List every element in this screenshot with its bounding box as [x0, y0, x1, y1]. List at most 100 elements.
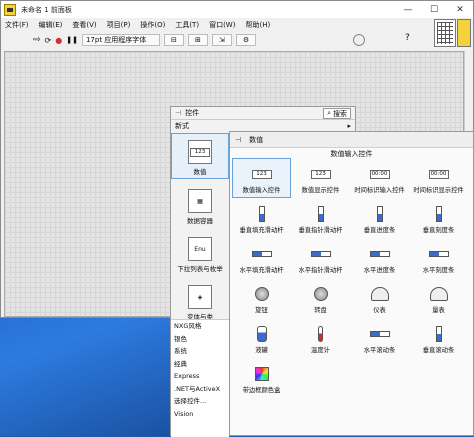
horizontal-graduated-bar-icon	[428, 246, 450, 262]
palette-item[interactable]: 水平滚动条	[350, 318, 409, 358]
category-ring-enum[interactable]: Enu 下拉列表与枚举	[171, 229, 229, 275]
palette-item-label: 时间标识输入控件	[354, 187, 405, 194]
vi-icon[interactable]	[434, 19, 456, 47]
palette-item-label: 带边框颜色盒	[242, 387, 281, 394]
category-numeric[interactable]: 123 数值	[171, 133, 229, 179]
palette-item[interactable]: 垂直滚动条	[409, 318, 468, 358]
palette-silver[interactable]: 银色	[174, 333, 229, 346]
category-label: 下拉列表与枚举	[177, 265, 223, 273]
palette-item[interactable]: 水平指针滑动杆	[291, 238, 350, 278]
palette-item[interactable]: 液罐	[232, 318, 291, 358]
palette-item[interactable]: 旋钮	[232, 278, 291, 318]
palette-item-label: 数值输入控件	[242, 187, 281, 194]
palette-system[interactable]: 系统	[174, 345, 229, 358]
palette-search-button[interactable]: ⌕ 搜索	[323, 108, 351, 119]
resize-objects-button[interactable]: ⇲	[211, 34, 232, 46]
pin-icon[interactable]: ⊣	[235, 136, 241, 144]
palette-item[interactable]: 水平进度条	[350, 238, 409, 278]
menu-bar: 文件(F) 编辑(E) 查看(V) 项目(P) 操作(O) 工具(T) 窗口(W…	[1, 18, 431, 31]
palette-item[interactable]: 垂直进度条	[350, 198, 409, 238]
palette-item-label: 水平指针滑动杆	[298, 267, 343, 274]
palette-item[interactable]: 水平刻度条	[409, 238, 468, 278]
horizontal-pointer-slide-icon	[310, 246, 332, 262]
search-icon[interactable]	[353, 34, 365, 46]
minimize-button[interactable]: —	[395, 1, 421, 18]
menu-window[interactable]: 窗口(W)	[209, 20, 235, 30]
horizontal-fill-slide-icon	[251, 246, 273, 262]
palette-item-label: 垂直刻度条	[422, 227, 455, 234]
palette-categories: 123 数值 ▦ 数据容器 Enu 下拉列表与枚举 ◈ 变体与类	[171, 133, 229, 325]
palette-item[interactable]: 123 数值输入控件	[232, 158, 291, 198]
pause-icon[interactable]: ❚❚	[66, 36, 78, 44]
palette-dotnet-activex[interactable]: .NET与ActiveX	[174, 383, 229, 396]
align-objects-button[interactable]: ⊟	[163, 34, 184, 46]
menu-operate[interactable]: 操作(O)	[140, 20, 165, 30]
horizontal-scrollbar-icon	[369, 326, 391, 342]
palette-item-label: 垂直进度条	[363, 227, 396, 234]
search-icon: ⌕	[327, 109, 331, 117]
category-label: 数值	[193, 168, 207, 176]
run-continuously-icon[interactable]: ⟳	[45, 36, 52, 45]
palette-item[interactable]: 转盘	[291, 278, 350, 318]
palette-classic[interactable]: 经典	[174, 358, 229, 371]
gauge-icon	[369, 286, 391, 302]
palette-item[interactable]: 垂直填充滑动杆	[232, 198, 291, 238]
menu-view[interactable]: 查看(V)	[72, 20, 96, 30]
palette-vision[interactable]: Vision	[174, 408, 229, 421]
numeric-subpalette: ⊣ 数值 数值输入控件 123 数值输入控件 123 数值显示控件 00:00 时间标识输…	[229, 131, 474, 436]
palette-item[interactable]: 垂直指针滑动杆	[291, 198, 350, 238]
numeric-control-icon: 123	[251, 166, 273, 182]
palette-item[interactable]: 00:00 时间标识输入控件	[350, 158, 409, 198]
menu-file[interactable]: 文件(F)	[5, 20, 29, 30]
thermometer-icon	[310, 326, 332, 342]
meter-icon	[428, 286, 450, 302]
data-container-icon: ▦	[188, 189, 212, 213]
palette-item-label: 垂直指针滑动杆	[298, 227, 343, 234]
menu-help[interactable]: 帮助(H)	[245, 20, 270, 30]
close-button[interactable]: ✕	[447, 1, 473, 18]
menu-project[interactable]: 项目(P)	[107, 20, 131, 30]
connector-pane-icon[interactable]	[457, 19, 471, 47]
numeric-icon: 123	[188, 140, 212, 164]
palette-item[interactable]: 量表	[409, 278, 468, 318]
palette-express[interactable]: Express	[174, 370, 229, 383]
palette-header: ⊣ 控件 ⌕ 搜索	[171, 107, 355, 120]
palette-item[interactable]: 水平填充滑动杆	[232, 238, 291, 278]
palette-category-label: 新式	[175, 122, 189, 130]
palette-item-label: 垂直填充滑动杆	[239, 227, 284, 234]
menu-tools[interactable]: 工具(T)	[175, 20, 199, 30]
palette-item[interactable]: 带边框颜色盒	[232, 358, 291, 398]
variant-class-icon: ◈	[188, 285, 212, 309]
palette-item[interactable]: 00:00 时间标识显示控件	[409, 158, 468, 198]
reorder-button[interactable]: ⚙	[235, 34, 256, 46]
pin-icon[interactable]: ⊣	[175, 109, 181, 117]
subpalette-title: 数值	[249, 135, 264, 144]
toolbar: ⇨ ⟳ ● ❚❚ 17pt 应用程序字体 ⊟ ⊞ ⇲ ⚙	[1, 31, 431, 49]
vertical-fill-slide-icon	[251, 206, 273, 222]
text-settings-dropdown[interactable]: 17pt 应用程序字体	[81, 34, 160, 46]
palette-title: 控件	[185, 109, 200, 117]
palette-item-label: 仪表	[373, 307, 386, 314]
abort-icon[interactable]: ●	[55, 36, 62, 45]
distribute-objects-button[interactable]: ⊞	[187, 34, 208, 46]
menu-edit[interactable]: 编辑(E)	[39, 20, 63, 30]
context-help-icon[interactable]: ?	[405, 33, 410, 43]
category-data-container[interactable]: ▦ 数据容器	[171, 181, 229, 227]
palette-item[interactable]: 垂直刻度条	[409, 198, 468, 238]
vertical-progress-bar-icon	[369, 206, 391, 222]
maximize-button[interactable]: ☐	[421, 1, 447, 18]
palette-nxg-style[interactable]: NXG风格	[174, 320, 229, 333]
category-variant-class[interactable]: ◈ 变体与类	[171, 277, 229, 323]
run-icon[interactable]: ⇨	[33, 35, 41, 45]
vertical-scrollbar-icon	[428, 326, 450, 342]
palette-item[interactable]: 123 数值显示控件	[291, 158, 350, 198]
palette-select-control[interactable]: 选择控件...	[174, 395, 229, 408]
timestamp-control-icon: 00:00	[369, 166, 391, 182]
horizontal-progress-bar-icon	[369, 246, 391, 262]
palette-search-label: 搜索	[333, 109, 347, 118]
palette-item[interactable]: 仪表	[350, 278, 409, 318]
vertical-graduated-bar-icon	[428, 206, 450, 222]
palette-more-list: NXG风格 银色 系统 经典 Express .NET与ActiveX 选择控件…	[171, 319, 229, 437]
palette-item[interactable]: 温度计	[291, 318, 350, 358]
category-label: 数据容器	[187, 217, 213, 225]
